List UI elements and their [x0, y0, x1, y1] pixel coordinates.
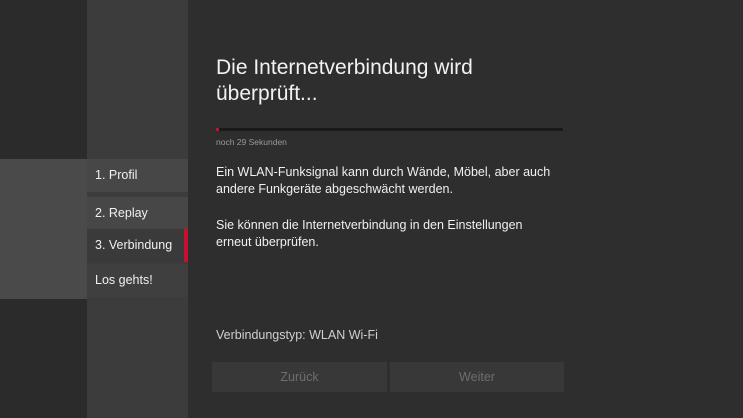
sidebar-item-profil[interactable]: 1. Profil	[87, 159, 188, 192]
sidebar-item-los-gehts[interactable]: Los gehts!	[87, 264, 188, 297]
connection-type: Verbindungstyp: WLAN Wi-Fi	[216, 328, 378, 342]
progress-fill	[216, 128, 220, 131]
progress-bar	[216, 128, 563, 131]
left-strip-highlight	[0, 159, 87, 299]
info-paragraph-signal: Ein WLAN-Funksignal kann durch Wände, Mö…	[216, 165, 551, 196]
sidebar-item-replay[interactable]: 2. Replay	[87, 197, 188, 230]
sidebar-item-label: 1. Profil	[95, 168, 138, 182]
countdown-text: noch 29 Sekunden	[216, 137, 287, 147]
page-title: Die Internetverbindung wird überprüft...	[216, 56, 473, 105]
next-button[interactable]: Weiter	[390, 362, 564, 392]
back-button[interactable]: Zurück	[212, 362, 387, 392]
sidebar-item-label: 3. Verbindung	[95, 238, 173, 252]
sidebar-item-label: 2. Replay	[95, 206, 148, 220]
sidebar-item-label: Los gehts!	[95, 273, 153, 287]
info-paragraph-settings: Sie können die Internetverbindung in den…	[216, 218, 523, 249]
sidebar-item-verbindung[interactable]: 3. Verbindung	[87, 229, 188, 262]
